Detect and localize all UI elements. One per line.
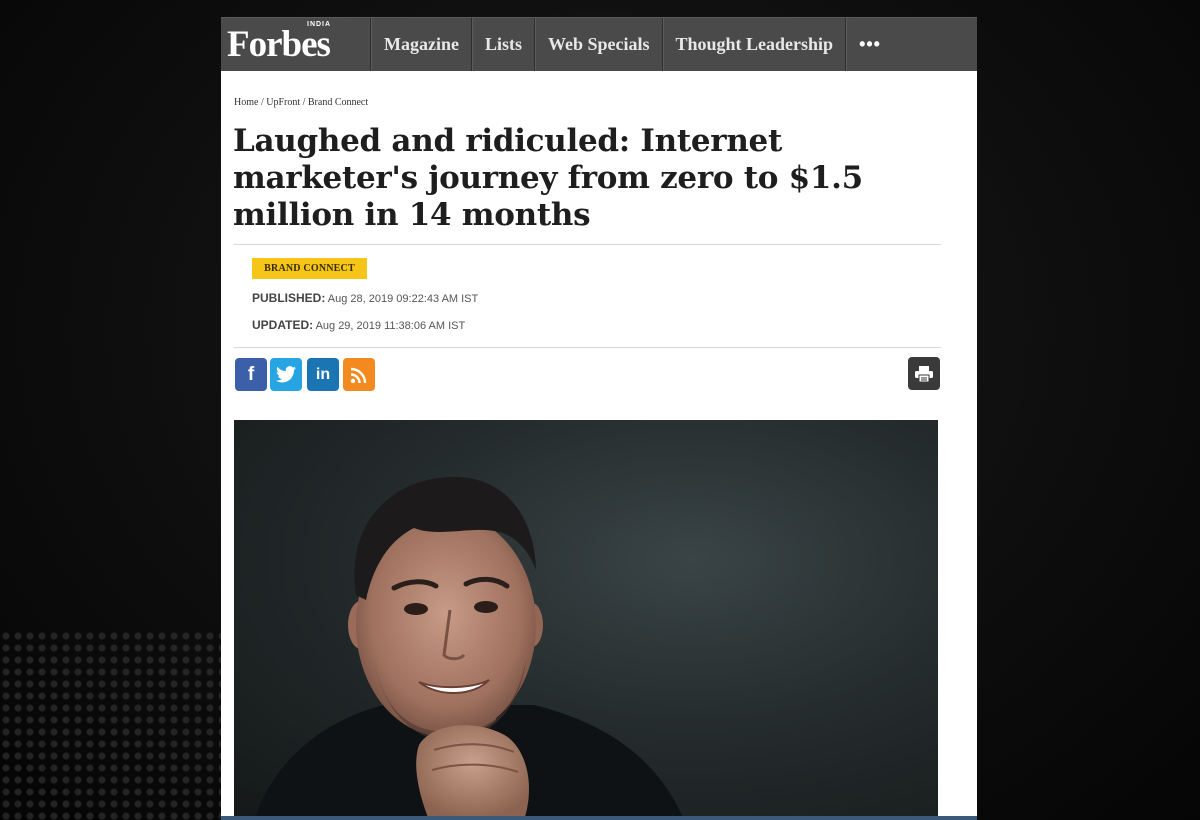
- breadcrumb[interactable]: Home / UpFront / Brand Connect: [234, 97, 368, 108]
- hexagon-pattern: [0, 630, 230, 820]
- published-label: PUBLISHED:: [252, 291, 326, 305]
- logo-edition: INDIA: [307, 21, 332, 28]
- forbes-logo[interactable]: Forbes INDIA: [221, 18, 371, 71]
- twitter-bird-glyph: [276, 366, 296, 383]
- site-header: Forbes INDIA Magazine Lists Web Specials…: [221, 17, 977, 71]
- divider: [234, 244, 941, 245]
- published-value: Aug 28, 2019 09:22:43 AM IST: [327, 293, 479, 305]
- updated-label: UPDATED:: [252, 318, 314, 332]
- portrait-photo: [254, 476, 684, 820]
- brand-connect-badge[interactable]: BRAND CONNECT: [252, 258, 367, 279]
- linkedin-icon[interactable]: in: [307, 358, 339, 391]
- updated-date: UPDATED: Aug 29, 2019 11:38:06 AM IST: [252, 318, 465, 332]
- more-menu-button[interactable]: •••: [846, 18, 893, 71]
- logo-wordmark: Forbes: [227, 24, 331, 65]
- print-icon[interactable]: [908, 357, 940, 390]
- nav-web-specials[interactable]: Web Specials: [535, 18, 663, 71]
- rss-glyph: [350, 367, 367, 383]
- nav-lists[interactable]: Lists: [471, 18, 535, 71]
- facebook-icon[interactable]: f: [235, 358, 267, 391]
- published-date: PUBLISHED: Aug 28, 2019 09:22:43 AM IST: [252, 291, 478, 305]
- bottom-edge: [221, 816, 977, 820]
- article-page: Forbes INDIA Magazine Lists Web Specials…: [221, 17, 977, 820]
- twitter-icon[interactable]: [270, 358, 302, 391]
- printer-glyph: [915, 365, 933, 382]
- article-hero-photo: [234, 420, 938, 820]
- rss-icon[interactable]: [343, 358, 375, 391]
- divider: [234, 347, 941, 348]
- article-headline: Laughed and ridiculed: Internet marketer…: [233, 123, 863, 233]
- nav-thought-leadership[interactable]: Thought Leadership: [662, 18, 847, 71]
- linkedin-glyph: in: [315, 365, 331, 383]
- facebook-glyph: f: [247, 363, 255, 385]
- nav-magazine[interactable]: Magazine: [371, 18, 472, 71]
- updated-value: Aug 29, 2019 11:38:06 AM IST: [315, 320, 466, 332]
